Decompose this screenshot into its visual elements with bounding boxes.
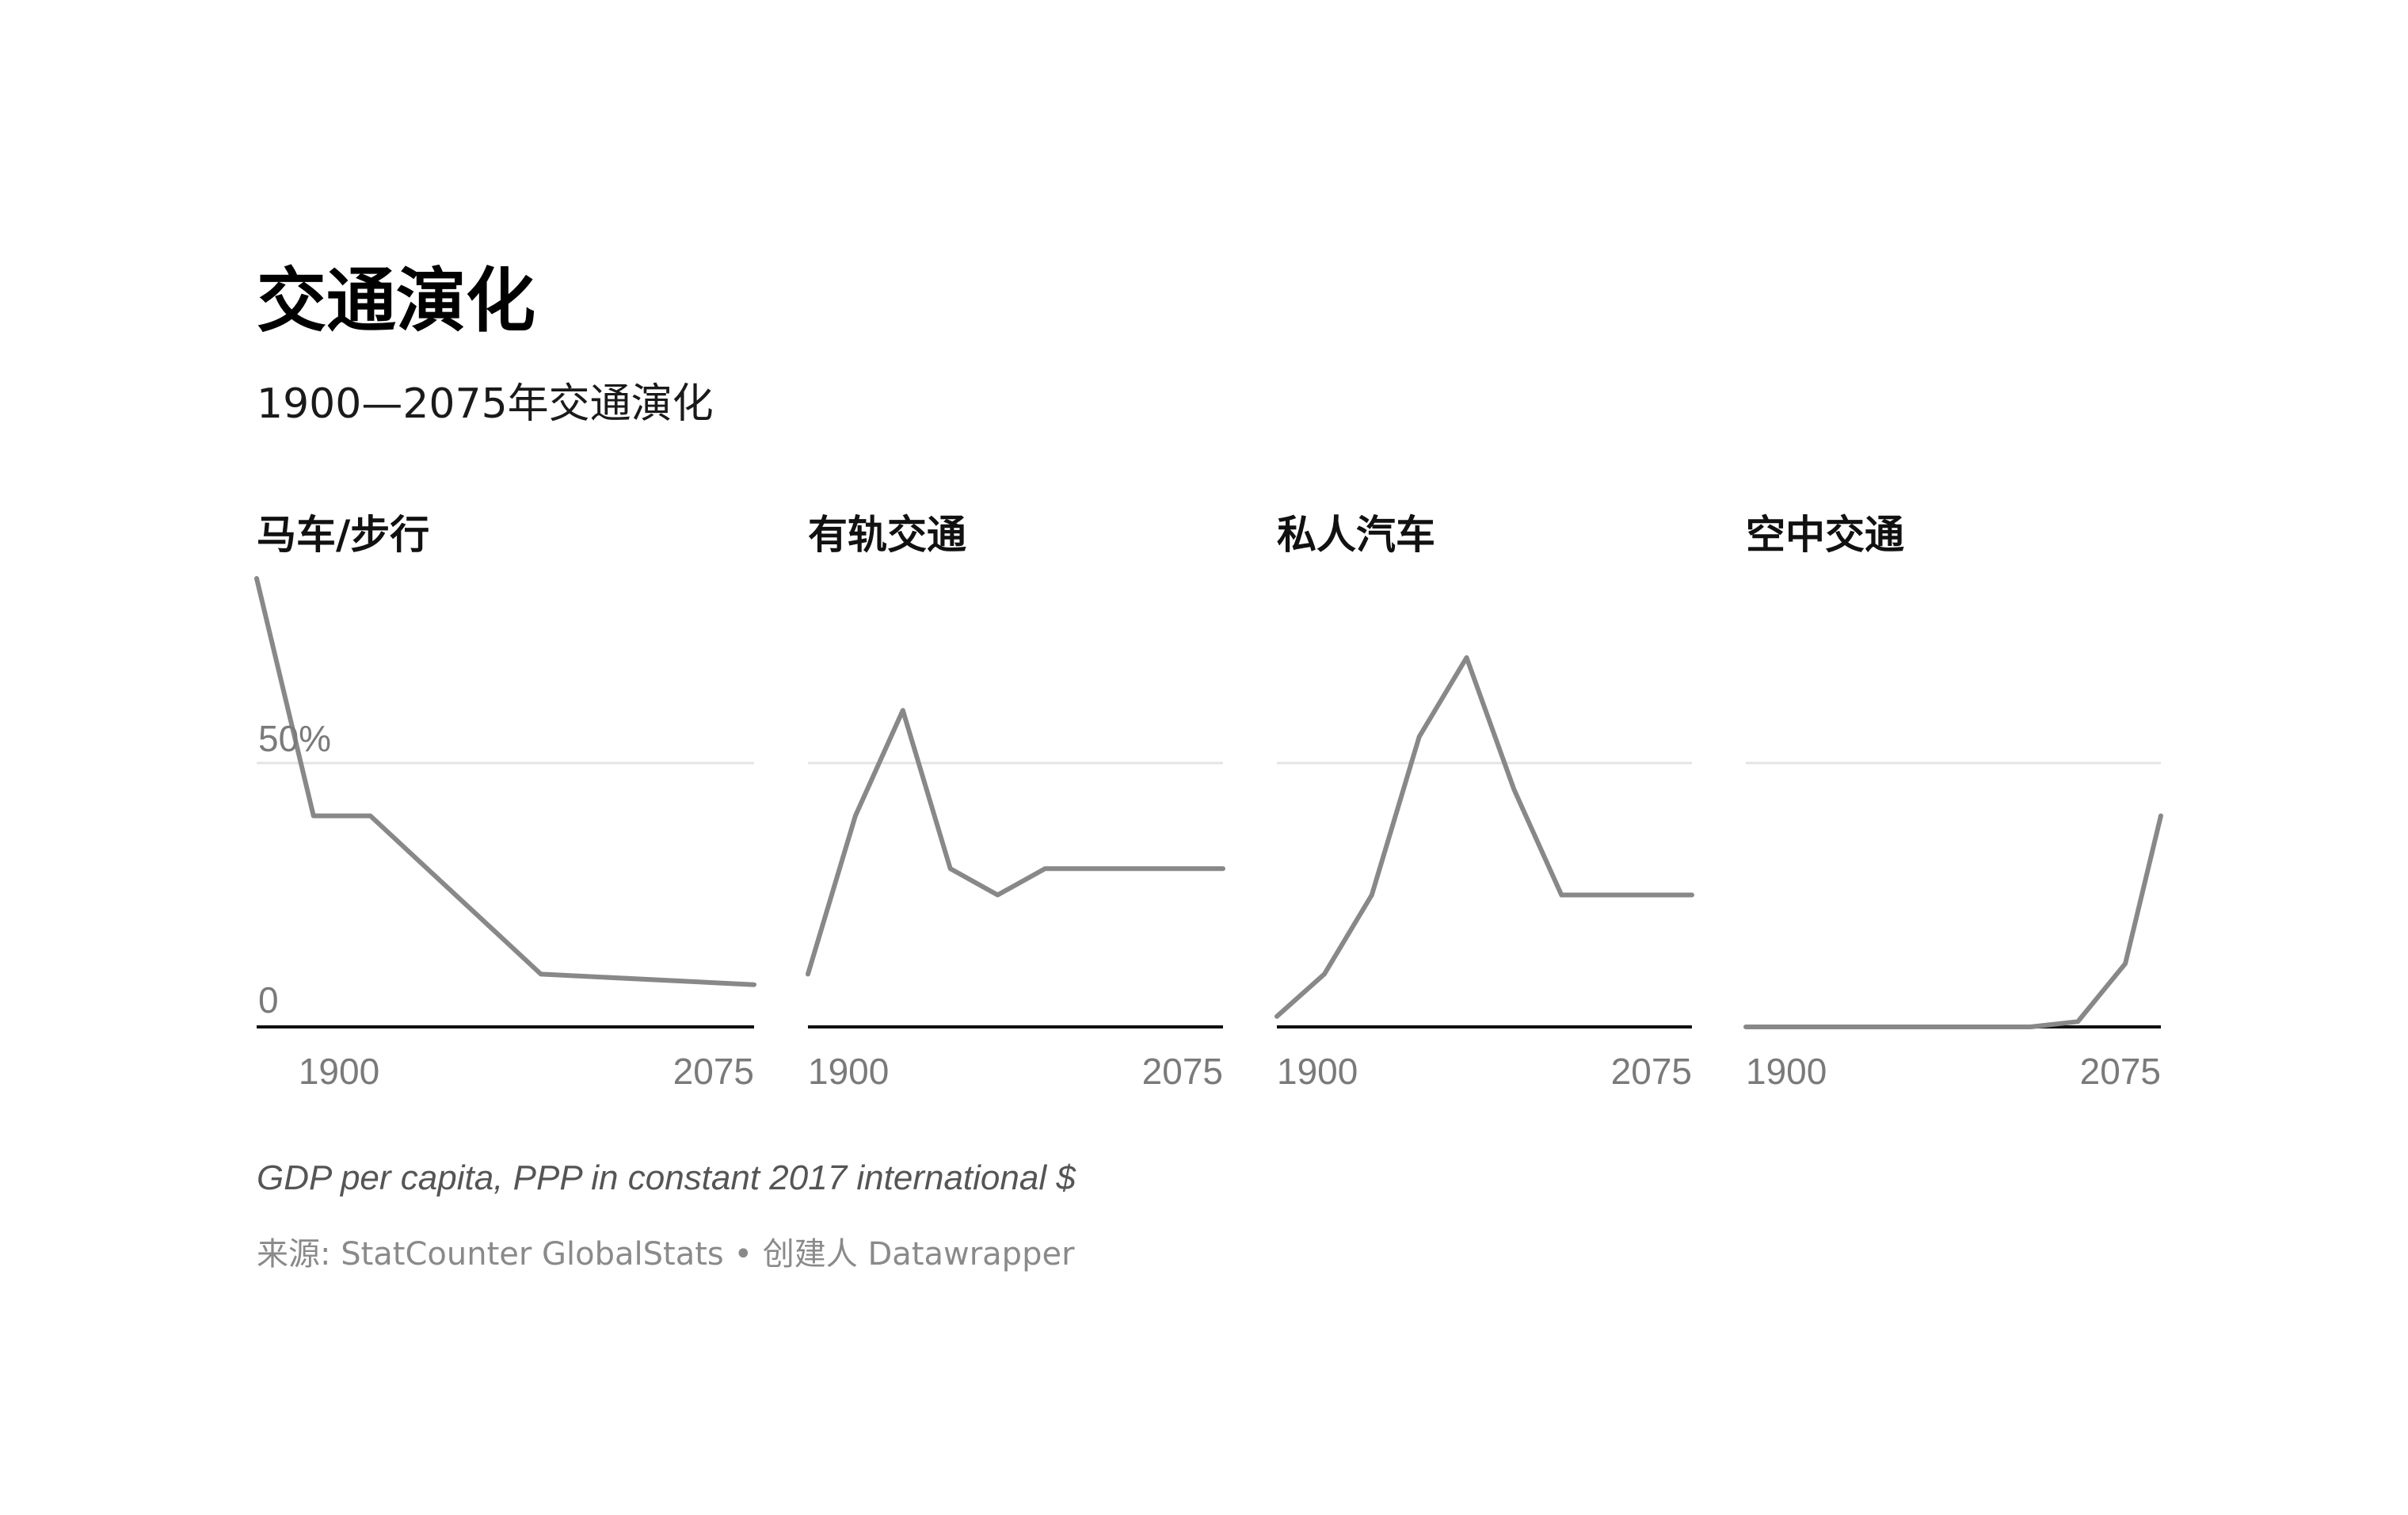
creator-name: Datawrapper [867, 1236, 1075, 1273]
x-tick-label: 2075 [1142, 1051, 1223, 1092]
source-separator: • [733, 1236, 753, 1273]
panel-title: 私人汽车 [1277, 512, 1435, 558]
chart-subtitle: 1900—2075年交通演化 [257, 380, 714, 428]
series-line [1274, 654, 1694, 1019]
x-tick-label: 1900 [1746, 1051, 1827, 1092]
y-tick-label: 50% [258, 718, 331, 759]
chart-title: 交通演化 [257, 260, 536, 342]
x-tick-label: 2075 [1611, 1051, 1692, 1092]
creator-prefix: 创建人 [762, 1236, 858, 1273]
panel-title: 有轨交通 [808, 512, 966, 558]
x-tick-label: 2075 [2080, 1051, 2161, 1092]
series-line [1743, 813, 2163, 1029]
small-multiples-chart: 1900 2075 1900 2075 1900 2075 1900 2075 0 50% [254, 576, 2163, 1092]
source-prefix: 来源: [257, 1236, 331, 1273]
x-tick-label: 1900 [299, 1051, 379, 1092]
chart-area: 马车/步行 有轨交通 私人汽车 空中交通 1900 2075 1900 2075 190… [0, 0, 2408, 1515]
x-tick-label: 1900 [808, 1051, 889, 1092]
x-tick-label: 2075 [673, 1051, 754, 1092]
panel-title: 空中交通 [1746, 512, 1904, 558]
y-tick-label: 0 [258, 979, 279, 1021]
panel-title: 马车/步行 [257, 512, 430, 558]
x-tick-label: 1900 [1277, 1051, 1358, 1092]
chart-note: GDP per capita, PPP in constant 2017 int… [257, 1158, 1076, 1197]
series-line [254, 576, 756, 987]
chart-header: 交通演化 1900—2075年交通演化 [257, 266, 2158, 425]
source-name: StatCounter GlobalStats [341, 1236, 724, 1273]
series-line [806, 708, 1225, 977]
chart-source: 来源: StatCounter GlobalStats • 创建人 Datawr… [257, 1228, 1075, 1274]
